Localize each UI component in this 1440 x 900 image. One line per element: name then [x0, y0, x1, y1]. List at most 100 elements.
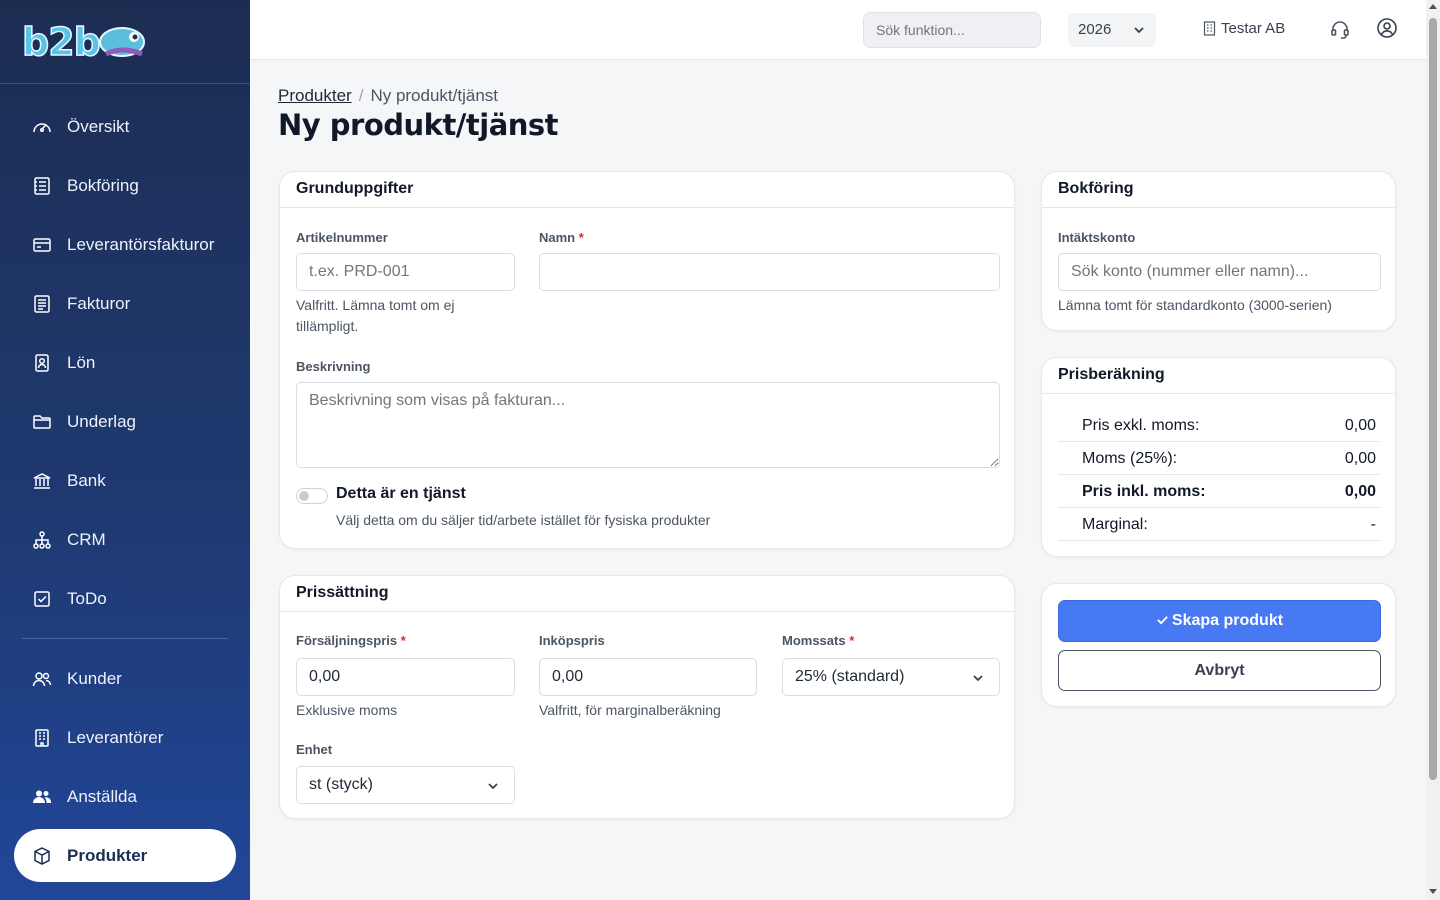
sidebar-item-leverantorer[interactable]: Leverantörer [0, 708, 250, 767]
article-number-label: Artikelnummer [296, 230, 388, 245]
sale-price-input[interactable]: 0,00 [296, 658, 515, 696]
service-toggle[interactable] [296, 488, 328, 504]
required-mark: * [578, 230, 584, 245]
company-name: Testar AB [1221, 20, 1286, 37]
sidebar-nav: Översikt Bokföring Leverantörsfakturor F… [0, 84, 250, 826]
card-title: Prisberäkning [1042, 358, 1395, 394]
company-selector[interactable]: Testar AB [1203, 20, 1285, 37]
scroll-down-arrow-icon[interactable] [1429, 889, 1437, 894]
bank-icon [32, 471, 52, 491]
calc-row-margin: Marginal: - [1058, 508, 1380, 541]
chevron-down-icon [1134, 27, 1144, 34]
sidebar-divider [22, 638, 228, 639]
headset-icon[interactable] [1329, 18, 1351, 40]
vat-rate-select[interactable]: 25% (standard) [782, 658, 1000, 696]
sale-price-label: Försäljningspris * [296, 633, 406, 648]
service-toggle-help: Välj detta om du säljer tid/arbete istäl… [336, 512, 711, 528]
building-icon [1203, 21, 1216, 36]
check-icon [1157, 616, 1168, 625]
breadcrumb-current: Ny produkt/tjänst [370, 86, 498, 105]
sidebar-item-fakturor[interactable]: Fakturor [0, 274, 250, 333]
sidebar-item-label: Leverantörer [67, 727, 164, 747]
users-icon [32, 669, 52, 689]
description-textarea[interactable] [296, 382, 1000, 468]
sidebar-item-todo[interactable]: ToDo [0, 569, 250, 628]
sidebar-item-label: CRM [67, 529, 106, 549]
building-icon [32, 728, 52, 748]
year-value: 2026 [1078, 21, 1112, 38]
gauge-icon [32, 117, 52, 137]
sidebar-item-oversikt[interactable]: Översikt [0, 97, 250, 156]
sidebar-item-label: Översikt [67, 116, 130, 136]
sidebar-item-label: Lön [67, 352, 96, 372]
year-select[interactable]: 2026 [1068, 13, 1156, 47]
user-avatar-icon[interactable] [1376, 17, 1398, 39]
calc-row-excl-vat: Pris exkl. moms: 0,00 [1058, 409, 1380, 442]
purchase-price-label: Inköpspris [539, 633, 605, 648]
sidebar-item-label: Fakturor [67, 293, 131, 313]
unit-select[interactable]: st (styck) [296, 766, 515, 804]
sidebar-item-leverantorsfakturor[interactable]: Leverantörsfakturor [0, 215, 250, 274]
revenue-account-search-input[interactable] [1058, 253, 1381, 291]
article-number-input[interactable] [296, 253, 515, 291]
sidebar-item-lon[interactable]: Lön [0, 333, 250, 392]
description-label: Beskrivning [296, 359, 371, 374]
people-icon [32, 787, 52, 807]
chevron-down-icon [973, 675, 983, 682]
sidebar-item-bokforing[interactable]: Bokföring [0, 156, 250, 215]
purchase-price-input[interactable]: 0,00 [539, 658, 757, 696]
sidebar-item-crm[interactable]: CRM [0, 510, 250, 569]
chameleon-logo-icon [98, 26, 145, 57]
card-title: Bokföring [1042, 172, 1395, 208]
page-scrollbar[interactable] [1426, 0, 1440, 900]
price-calculation-card: Prisberäkning Pris exkl. moms: 0,00 Moms … [1041, 357, 1396, 557]
breadcrumb-link-produkter[interactable]: Produkter [278, 86, 352, 105]
calc-row-incl-vat: Pris inkl. moms: 0,00 [1058, 475, 1380, 508]
scrollbar-thumb[interactable] [1429, 18, 1437, 780]
accounting-card: Bokföring Intäktskonto Lämna tomt för st… [1041, 171, 1396, 331]
article-number-help: Valfritt. Lämna tomt om ej tillämpligt. [296, 297, 455, 334]
name-label: Namn * [539, 230, 584, 245]
function-search-input[interactable] [863, 12, 1041, 48]
sale-price-help: Exklusive moms [296, 702, 398, 718]
box-icon [32, 846, 52, 866]
sidebar-item-label: Underlag [67, 411, 136, 431]
actions-card: Skapa produkt Avbryt [1041, 583, 1396, 707]
checkbox-icon [32, 589, 52, 609]
cancel-button[interactable]: Avbryt [1058, 650, 1381, 691]
name-input[interactable] [539, 253, 1000, 291]
page-title: Ny produkt/tjänst [278, 108, 559, 142]
sidebar-item-label: ToDo [67, 588, 107, 608]
logo-text: b2b [21, 19, 101, 65]
breadcrumb-separator: / [358, 86, 364, 105]
folder-icon [32, 412, 52, 432]
sidebar-item-label: Leverantörsfakturor [67, 234, 215, 254]
sidebar-item-label: Anställda [67, 786, 137, 806]
sidebar-item-label: Kunder [67, 668, 122, 688]
card-title: Prissättning [280, 576, 1014, 612]
sidebar-item-bank[interactable]: Bank [0, 451, 250, 510]
sidebar-item-underlag[interactable]: Underlag [0, 392, 250, 451]
sidebar-item-kunder[interactable]: Kunder [0, 649, 250, 708]
card-icon [32, 235, 52, 255]
id-badge-icon [32, 353, 52, 373]
calc-row-vat: Moms (25%): 0,00 [1058, 442, 1380, 475]
logo[interactable]: b2b [0, 0, 250, 84]
sidebar-item-label: Bank [67, 470, 106, 490]
vat-rate-value: 25% (standard) [795, 668, 905, 685]
purchase-price-help: Valfritt, för marginalberäkning [539, 702, 721, 718]
sidebar-item-label: Bokföring [67, 175, 139, 195]
unit-label: Enhet [296, 742, 333, 757]
pricing-card: Prissättning Försäljningspris * 0,00 Exk… [279, 575, 1015, 819]
org-chart-icon [32, 530, 52, 550]
revenue-account-label: Intäktskonto [1058, 230, 1136, 245]
create-product-button[interactable]: Skapa produkt [1058, 600, 1381, 642]
scroll-up-arrow-icon[interactable] [1429, 4, 1437, 9]
sidebar-item-anstallda[interactable]: Anställda [0, 767, 250, 826]
invoice-icon [32, 294, 52, 314]
chevron-down-icon [488, 783, 498, 790]
sidebar: b2b Översikt Bokföring Leverantörsfaktur… [0, 0, 250, 900]
ledger-icon [32, 176, 52, 196]
sidebar-item-produkter[interactable]: Produkter [14, 829, 236, 882]
revenue-account-help: Lämna tomt för standardkonto (3000-serie… [1058, 297, 1332, 313]
